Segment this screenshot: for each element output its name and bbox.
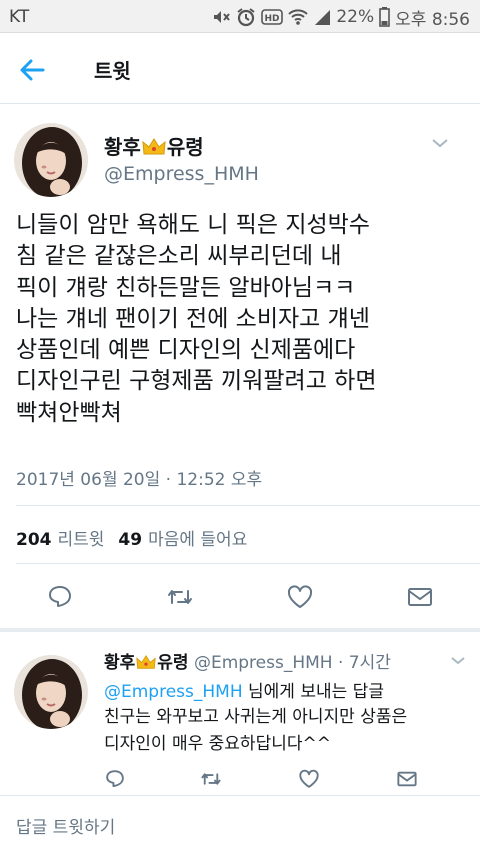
divider (16, 563, 480, 564)
status-bar: KT HD 22% 오후 8:56 (0, 0, 480, 33)
reply-tweet[interactable]: 황후 유령 @Empress_HMH · 7시간 @Empress_HMH 님에게… (0, 632, 480, 802)
retweet-icon (201, 773, 221, 785)
tweet-stats: 204 리트윗 49 마음에 들어요 (16, 525, 247, 550)
mute-icon (214, 11, 231, 23)
like-button[interactable] (286, 583, 314, 611)
carrier-label: KT (9, 7, 30, 27)
hd-icon: HD (261, 9, 284, 25)
reply-to-handle-link[interactable]: @Empress_HMH (104, 682, 243, 702)
display-name-prefix: 황후 (104, 135, 141, 159)
display-name-prefix: 황후 (104, 653, 136, 673)
battery-icon (379, 7, 390, 27)
avatar-image (14, 123, 88, 197)
alarm-icon (237, 8, 255, 27)
reply-text: 친구는 와꾸보고 사귀는게 아니지만 상품은 디자인이 매우 중요하답니다^^ (104, 707, 408, 754)
reply-compose-bar[interactable]: 답글 트윗하기 (0, 795, 480, 853)
direct-message-button[interactable] (406, 583, 434, 611)
reply-button[interactable] (46, 583, 74, 611)
retweet-label: 리트윗 (57, 530, 105, 550)
reply-icon (49, 586, 71, 607)
tweet-text: 니들이 암만 욕해도 니 픽은 지성박수 침 같은 같잖은소리 씨부리던데 내 … (16, 212, 377, 426)
battery-percent: 22% (336, 7, 375, 27)
app-header: 트윗 (0, 34, 480, 104)
heart-icon (299, 769, 319, 788)
like-label: 마음에 들어요 (148, 530, 248, 550)
like-stat[interactable]: 49 마음에 들어요 (118, 525, 247, 550)
display-name-suffix: 유령 (166, 135, 204, 159)
heart-icon (287, 585, 313, 608)
mail-icon (408, 588, 432, 606)
chevron-down-icon (432, 139, 448, 148)
tweet-actions (0, 583, 480, 617)
clock: 오후 8:56 (395, 9, 470, 30)
compose-placeholder[interactable]: 답글 트윗하기 (16, 813, 115, 838)
mail-icon (397, 771, 417, 787)
reply-to-line: @Empress_HMH 님에게 보내는 답글 (104, 677, 384, 702)
page-title: 트윗 (94, 59, 131, 83)
status-icons: HD 22% 오후 8:56 (211, 6, 470, 30)
wifi-icon (288, 9, 309, 25)
arrow-left-icon (20, 59, 45, 81)
retweet-count: 204 (16, 530, 52, 550)
retweet-stat[interactable]: 204 리트윗 (16, 525, 104, 550)
retweet-button[interactable] (166, 583, 194, 611)
chevron-down-icon (451, 657, 465, 665)
retweet-icon (168, 590, 192, 604)
divider (16, 505, 480, 506)
user-handle[interactable]: @Empress_HMH (194, 653, 333, 673)
tweet-menu-button[interactable] (430, 135, 450, 149)
time-ago: · 7시간 (332, 653, 391, 673)
svg-text:HD: HD (265, 14, 280, 24)
like-button[interactable] (298, 768, 320, 790)
avatar[interactable] (14, 655, 88, 729)
reply-icon (106, 770, 124, 788)
user-handle[interactable]: @Empress_HMH (104, 163, 259, 185)
tweet-timestamp: 2017년 06월 20일 · 12:52 오후 (16, 470, 263, 490)
tweet-menu-button[interactable] (450, 652, 466, 665)
reply-to-suffix: 님에게 보내는 답글 (242, 682, 384, 702)
display-name-suffix: 유령 (157, 653, 189, 673)
main-tweet: 황후 유령 @Empress_HMH 니들이 암만 욕해도 니 픽은 지성박수 침… (0, 105, 480, 630)
like-count: 49 (118, 530, 143, 550)
back-button[interactable] (16, 54, 48, 86)
avatar-image (14, 655, 88, 729)
reply-header: 황후 유령 @Empress_HMH · 7시간 (104, 648, 391, 673)
signal-icon (315, 10, 331, 25)
avatar[interactable] (14, 123, 88, 197)
crown-emoji-icon (136, 655, 156, 669)
reply-actions (0, 768, 480, 794)
reply-button[interactable] (104, 768, 126, 790)
crown-emoji-icon (142, 138, 166, 155)
retweet-button[interactable] (200, 768, 222, 790)
display-name[interactable]: 황후 유령 (104, 653, 189, 673)
direct-message-button[interactable] (396, 768, 418, 790)
display-name[interactable]: 황후 유령 (104, 131, 204, 160)
